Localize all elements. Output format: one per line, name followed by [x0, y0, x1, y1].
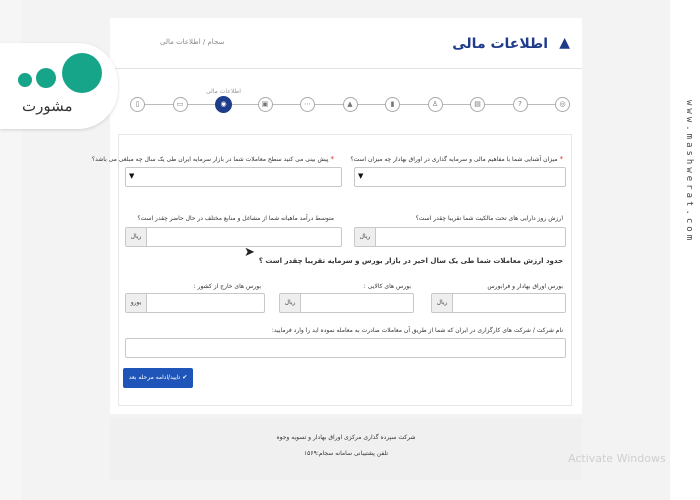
- site-logo: مشورت: [0, 43, 118, 129]
- q1-select[interactable]: ▼: [354, 167, 566, 187]
- rial-addon: ریال: [432, 294, 453, 312]
- main-window: سجام / اطلاعات مالی اطلاعات مالی ▲ اطلاع…: [92, 18, 582, 414]
- s2-label: بورس های کالایی :: [363, 283, 411, 290]
- page-header: سجام / اطلاعات مالی اطلاعات مالی ▲: [110, 18, 582, 69]
- rial-addon: ریال: [280, 294, 301, 312]
- page-title: اطلاعات مالی: [452, 36, 548, 52]
- page-footer: شرکت سپرده گذاری مرکزی اوراق بهادار و تس…: [110, 418, 582, 480]
- q1-label: * میزان آشنایی شما با مفاهیم مالی و سرما…: [350, 155, 563, 163]
- s3-input[interactable]: یورو: [125, 293, 265, 313]
- id-card-icon[interactable]: ▤: [470, 97, 485, 112]
- windows-activation-notice: Activate Windows: [568, 452, 666, 465]
- submit-button[interactable]: ✔ تایید/ادامه مرحله بعد: [123, 368, 193, 388]
- q4-label: متوسط درآمد ماهیانه شما از مشاغل و منابع…: [137, 215, 334, 222]
- broker-input[interactable]: [125, 338, 566, 358]
- building-icon: ▲: [559, 35, 570, 51]
- s1-input[interactable]: ریال: [431, 293, 566, 313]
- document-icon[interactable]: ▯: [130, 97, 145, 112]
- logo-dot-small: [18, 73, 32, 87]
- card-icon[interactable]: ▭: [172, 97, 188, 112]
- broker-label: نام شرکت / شرکت های کارگزاری در ایران که…: [271, 327, 563, 334]
- question-icon[interactable]: ?: [512, 97, 528, 112]
- graduation-icon[interactable]: ▲: [342, 97, 358, 112]
- dots-icon[interactable]: ⋯: [300, 97, 315, 112]
- chevron-down-icon: ▼: [129, 172, 135, 180]
- s3-label: بورس های خارج از کشور :: [193, 283, 261, 290]
- bookmark-icon[interactable]: ▮: [385, 97, 400, 112]
- logo-text: مشورت: [22, 97, 73, 115]
- stepper-active-label: اطلاعات مالی: [206, 88, 241, 95]
- chevron-down-icon: ▼: [358, 172, 364, 180]
- briefcase-icon[interactable]: ▣: [257, 97, 273, 112]
- required-mark: *: [559, 155, 564, 163]
- footer-phone: تلفن پشتیبانی سامانه سجام:۱۵۶۹: [303, 450, 389, 457]
- financial-form: * میزان آشنایی شما با مفاهیم مالی و سرما…: [92, 134, 572, 406]
- logo-dot-medium: [36, 68, 56, 88]
- breadcrumb[interactable]: سجام / اطلاعات مالی: [160, 38, 224, 46]
- logo-dot-large: [62, 53, 102, 93]
- q4-input[interactable]: ریال: [125, 227, 342, 247]
- submit-label: تایید/ادامه مرحله بعد: [128, 374, 181, 381]
- q3-input[interactable]: ریال: [354, 227, 566, 247]
- q2-select[interactable]: ▼: [125, 167, 342, 187]
- s1-label: بورس اوراق بهادار و فرابورس: [487, 283, 563, 290]
- euro-addon: یورو: [126, 294, 147, 312]
- q2-label-text: پیش بینی می کنید سطح معاملات شما در بازا…: [91, 156, 329, 163]
- check-icon: ✔: [182, 374, 188, 381]
- footer-company: شرکت سپرده گذاری مرکزی اوراق بهادار و تس…: [276, 434, 416, 441]
- rial-addon: ریال: [126, 228, 147, 246]
- q2-label: * پیش بینی می کنید سطح معاملات شما در با…: [92, 155, 334, 163]
- person-icon[interactable]: ♙: [427, 97, 443, 112]
- rial-addon: ریال: [355, 228, 376, 246]
- q1-label-text: میزان آشنایی شما با مفاهیم مالی و سرمایه…: [350, 156, 558, 163]
- finance-icon[interactable]: ◉: [215, 96, 232, 113]
- section-label: حدود ارزش معاملات شما طی یک سال اخیر در …: [258, 257, 563, 265]
- mouse-cursor-icon: ➤: [244, 245, 255, 260]
- badge-icon[interactable]: ◎: [555, 97, 570, 112]
- s2-input[interactable]: ریال: [279, 293, 414, 313]
- q3-label: ارزش روز دارایی های تحت مالکیت شما تقریب…: [415, 215, 563, 222]
- watermark-url: www.mashwerat.com: [684, 100, 694, 244]
- required-mark: *: [330, 155, 335, 163]
